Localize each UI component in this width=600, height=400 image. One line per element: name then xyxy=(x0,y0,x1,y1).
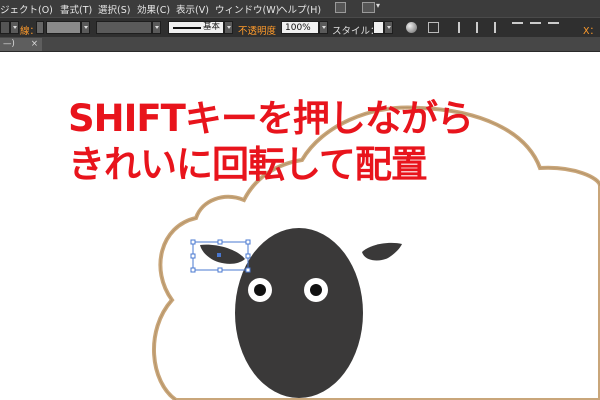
instruction-heading-line2: きれいに回転して配置 xyxy=(68,143,428,186)
sheep-face[interactable] xyxy=(235,228,363,398)
sheep-eye-right-pupil xyxy=(310,284,322,296)
selection-handle[interactable] xyxy=(217,239,223,245)
selection-handle[interactable] xyxy=(245,253,251,259)
selection-handle[interactable] xyxy=(245,239,251,245)
selection-handle[interactable] xyxy=(190,253,196,259)
selection-handle[interactable] xyxy=(190,267,196,273)
selection-handle[interactable] xyxy=(217,267,223,273)
sheep-illustration xyxy=(152,105,600,400)
instruction-heading-line1: SHIFTキーを押しながら xyxy=(68,97,474,140)
sheep-eye-left-pupil xyxy=(254,284,266,296)
selection-handle[interactable] xyxy=(245,267,251,273)
selection-handle[interactable] xyxy=(190,239,196,245)
